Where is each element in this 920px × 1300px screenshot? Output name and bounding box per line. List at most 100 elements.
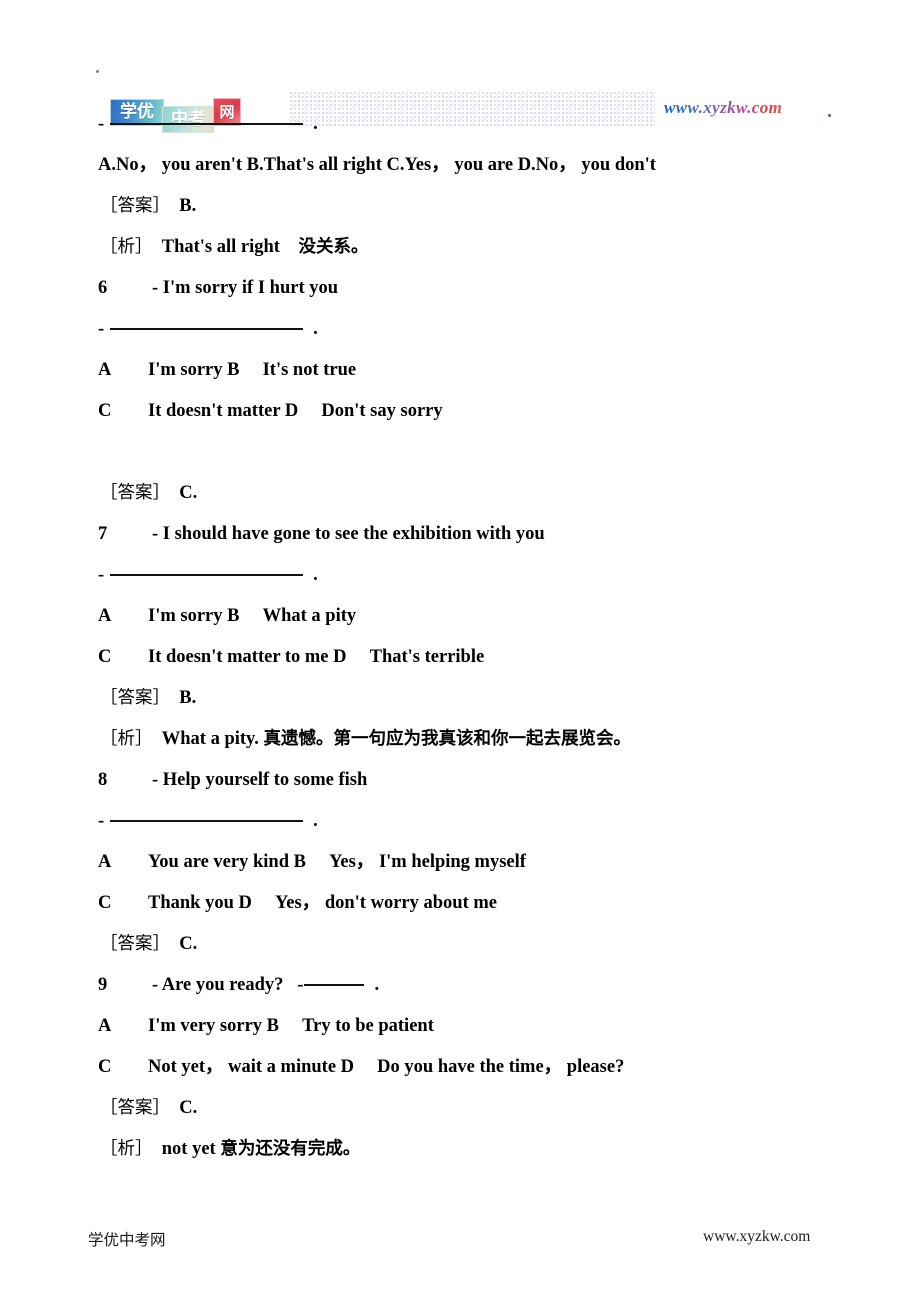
q6-option-a-label: A [98,360,112,380]
q9-option-d-text: Do you have the time， please? [377,1057,625,1077]
page-header: 学优 中考 网 www.xyzkw.com [0,44,920,133]
q9-option-a-label: A [98,1016,112,1036]
fill-in-blank [110,560,304,576]
q9-analysis-chinese: 意为还没有完成。 [220,1139,361,1159]
q5-analysis-chinese: 没关系。 [298,237,369,257]
q9-options-cd-line: C Not yet， wait a minute D Do you have th… [0,1047,920,1088]
q9-analysis-line: ［析］ not yet 意为还没有完成。 [0,1129,920,1170]
period: . [313,811,318,831]
q9-stem-line: 9 - Are you ready? -. [0,965,920,1006]
footer-site-url: www.xyzkw.com [703,1228,811,1245]
fill-in-blank [304,970,365,986]
period: . [374,975,380,995]
q6-option-d-text: Don't say sorry [321,401,443,421]
answer-label: ［答案］ [100,1098,170,1118]
q6-options-cd-line: C It doesn't matter D Don't say sorry [0,391,920,432]
analysis-label: ［析］ [100,729,153,749]
q7-option-a-label: A [98,606,112,626]
q6-option-c-label: C [98,401,112,421]
q9-options-ab-line: A I'm very sorry B Try to be patient [0,1006,920,1047]
q7-answer-blank-line: -. [0,555,920,596]
q5-analysis-line: ［析］ That's all right 没关系。 [0,227,920,268]
q8-options-cd-line: C Thank you D Yes， don't worry about me [0,883,920,924]
answer-label: ［答案］ [100,934,170,954]
q6-stem-text: - I'm sorry if I hurt you [152,278,339,298]
q8-number: 8 [98,770,108,790]
header-left-dot [96,70,99,73]
period: . [313,319,318,339]
q7-option-c-text: It doesn't matter to me D [148,647,347,667]
fill-in-blank [110,314,304,330]
q7-option-a-text: I'm sorry B [148,606,240,626]
q8-option-c-text: Thank you D [148,893,252,913]
document-page: 学优 中考 网 www.xyzkw.com -. A.No， you aren'… [0,0,920,1300]
q8-stem-text: - Help yourself to some fish [152,770,368,790]
q6-answer-line: ［答案］ C. [0,473,920,514]
q9-answer-value: C. [179,1098,198,1118]
q7-answer-line: ［答案］ B. [0,678,920,719]
q6-stem-line: 6 - I'm sorry if I hurt you [0,268,920,309]
dash-prefix: - [98,319,105,339]
dash-prefix: - [297,975,304,995]
q9-analysis-english: not yet [161,1139,216,1159]
q9-option-c-text: Not yet， wait a minute D [148,1057,355,1077]
q8-option-b-text: Yes， I'm helping myself [329,852,526,872]
q7-number: 7 [98,524,108,544]
fill-in-blank [110,806,304,822]
fill-in-blank [110,109,304,125]
q7-option-b-text: What a pity [262,606,357,626]
q5-options-line: A.No， you aren't B.That's all right C.Ye… [0,145,920,186]
q5-analysis-english: That's all right [161,237,280,257]
q6-options-ab-line: A I'm sorry B It's not true [0,350,920,391]
q6-answer-value: C. [179,483,198,503]
q6-number: 6 [98,278,108,298]
q8-answer-blank-line: -. [0,801,920,842]
document-content: -. A.No， you aren't B.That's all right C… [0,104,920,1170]
q9-answer-line: ［答案］ C. [0,1088,920,1129]
dash-prefix: - [98,114,105,134]
q6-option-c-text: It doesn't matter D [148,401,299,421]
q6-option-b-text: It's not true [262,360,357,380]
q7-analysis-english: What a pity. [161,729,259,749]
q8-stem-line: 8 - Help yourself to some fish [0,760,920,801]
q7-options-cd-line: C It doesn't matter to me D That's terrib… [0,637,920,678]
q9-option-c-label: C [98,1057,112,1077]
q7-options-ab-line: A I'm sorry B What a pity [0,596,920,637]
q7-option-c-label: C [98,647,112,667]
footer-site-name: 学优中考网 [88,1231,166,1249]
q6-option-a-text: I'm sorry B [148,360,240,380]
q7-stem-text: - I should have gone to see the exhibiti… [152,524,545,544]
analysis-label: ［析］ [100,237,153,257]
q7-option-d-text: That's terrible [369,647,485,667]
q8-answer-line: ［答案］ C. [0,924,920,965]
q8-option-a-text: You are very kind B [148,852,306,872]
q7-analysis-line: ［析］ What a pity. 真遗憾。第一句应为我真该和你一起去展览会。 [0,719,920,760]
dash-prefix: - [98,565,105,585]
answer-label: ［答案］ [100,688,170,708]
period: . [313,565,318,585]
q9-option-a-text: I'm very sorry B [148,1016,280,1036]
q9-number: 9 [98,975,108,995]
q8-option-d-text: Yes， don't worry about me [274,893,497,913]
q5-answer-line: ［答案］ B. [0,186,920,227]
q5-answer-value: B. [179,196,197,216]
answer-label: ［答案］ [100,483,170,503]
q8-answer-value: C. [179,934,198,954]
q8-option-c-label: C [98,893,112,913]
q7-stem-line: 7 - I should have gone to see the exhibit… [0,514,920,555]
q8-options-ab-line: A You are very kind B Yes， I'm helping my… [0,842,920,883]
q7-analysis-chinese: 真遗憾。第一句应为我真该和你一起去展览会。 [263,729,632,749]
q8-option-a-label: A [98,852,112,872]
q6-answer-blank-line: -. [0,309,920,350]
answer-label: ［答案］ [100,196,170,216]
page-footer: 学优中考网 www.xyzkw.com [0,1228,920,1258]
period: . [313,114,318,134]
q9-option-b-text: Try to be patient [302,1016,434,1036]
dash-prefix: - [98,811,105,831]
q5-answer-blank-line: -. [0,104,920,145]
q7-answer-value: B. [179,688,197,708]
q5-options-text: A.No， you aren't B.That's all right C.Ye… [98,155,656,175]
q9-stem-text: - Are you ready? [152,975,284,995]
analysis-label: ［析］ [100,1139,153,1159]
